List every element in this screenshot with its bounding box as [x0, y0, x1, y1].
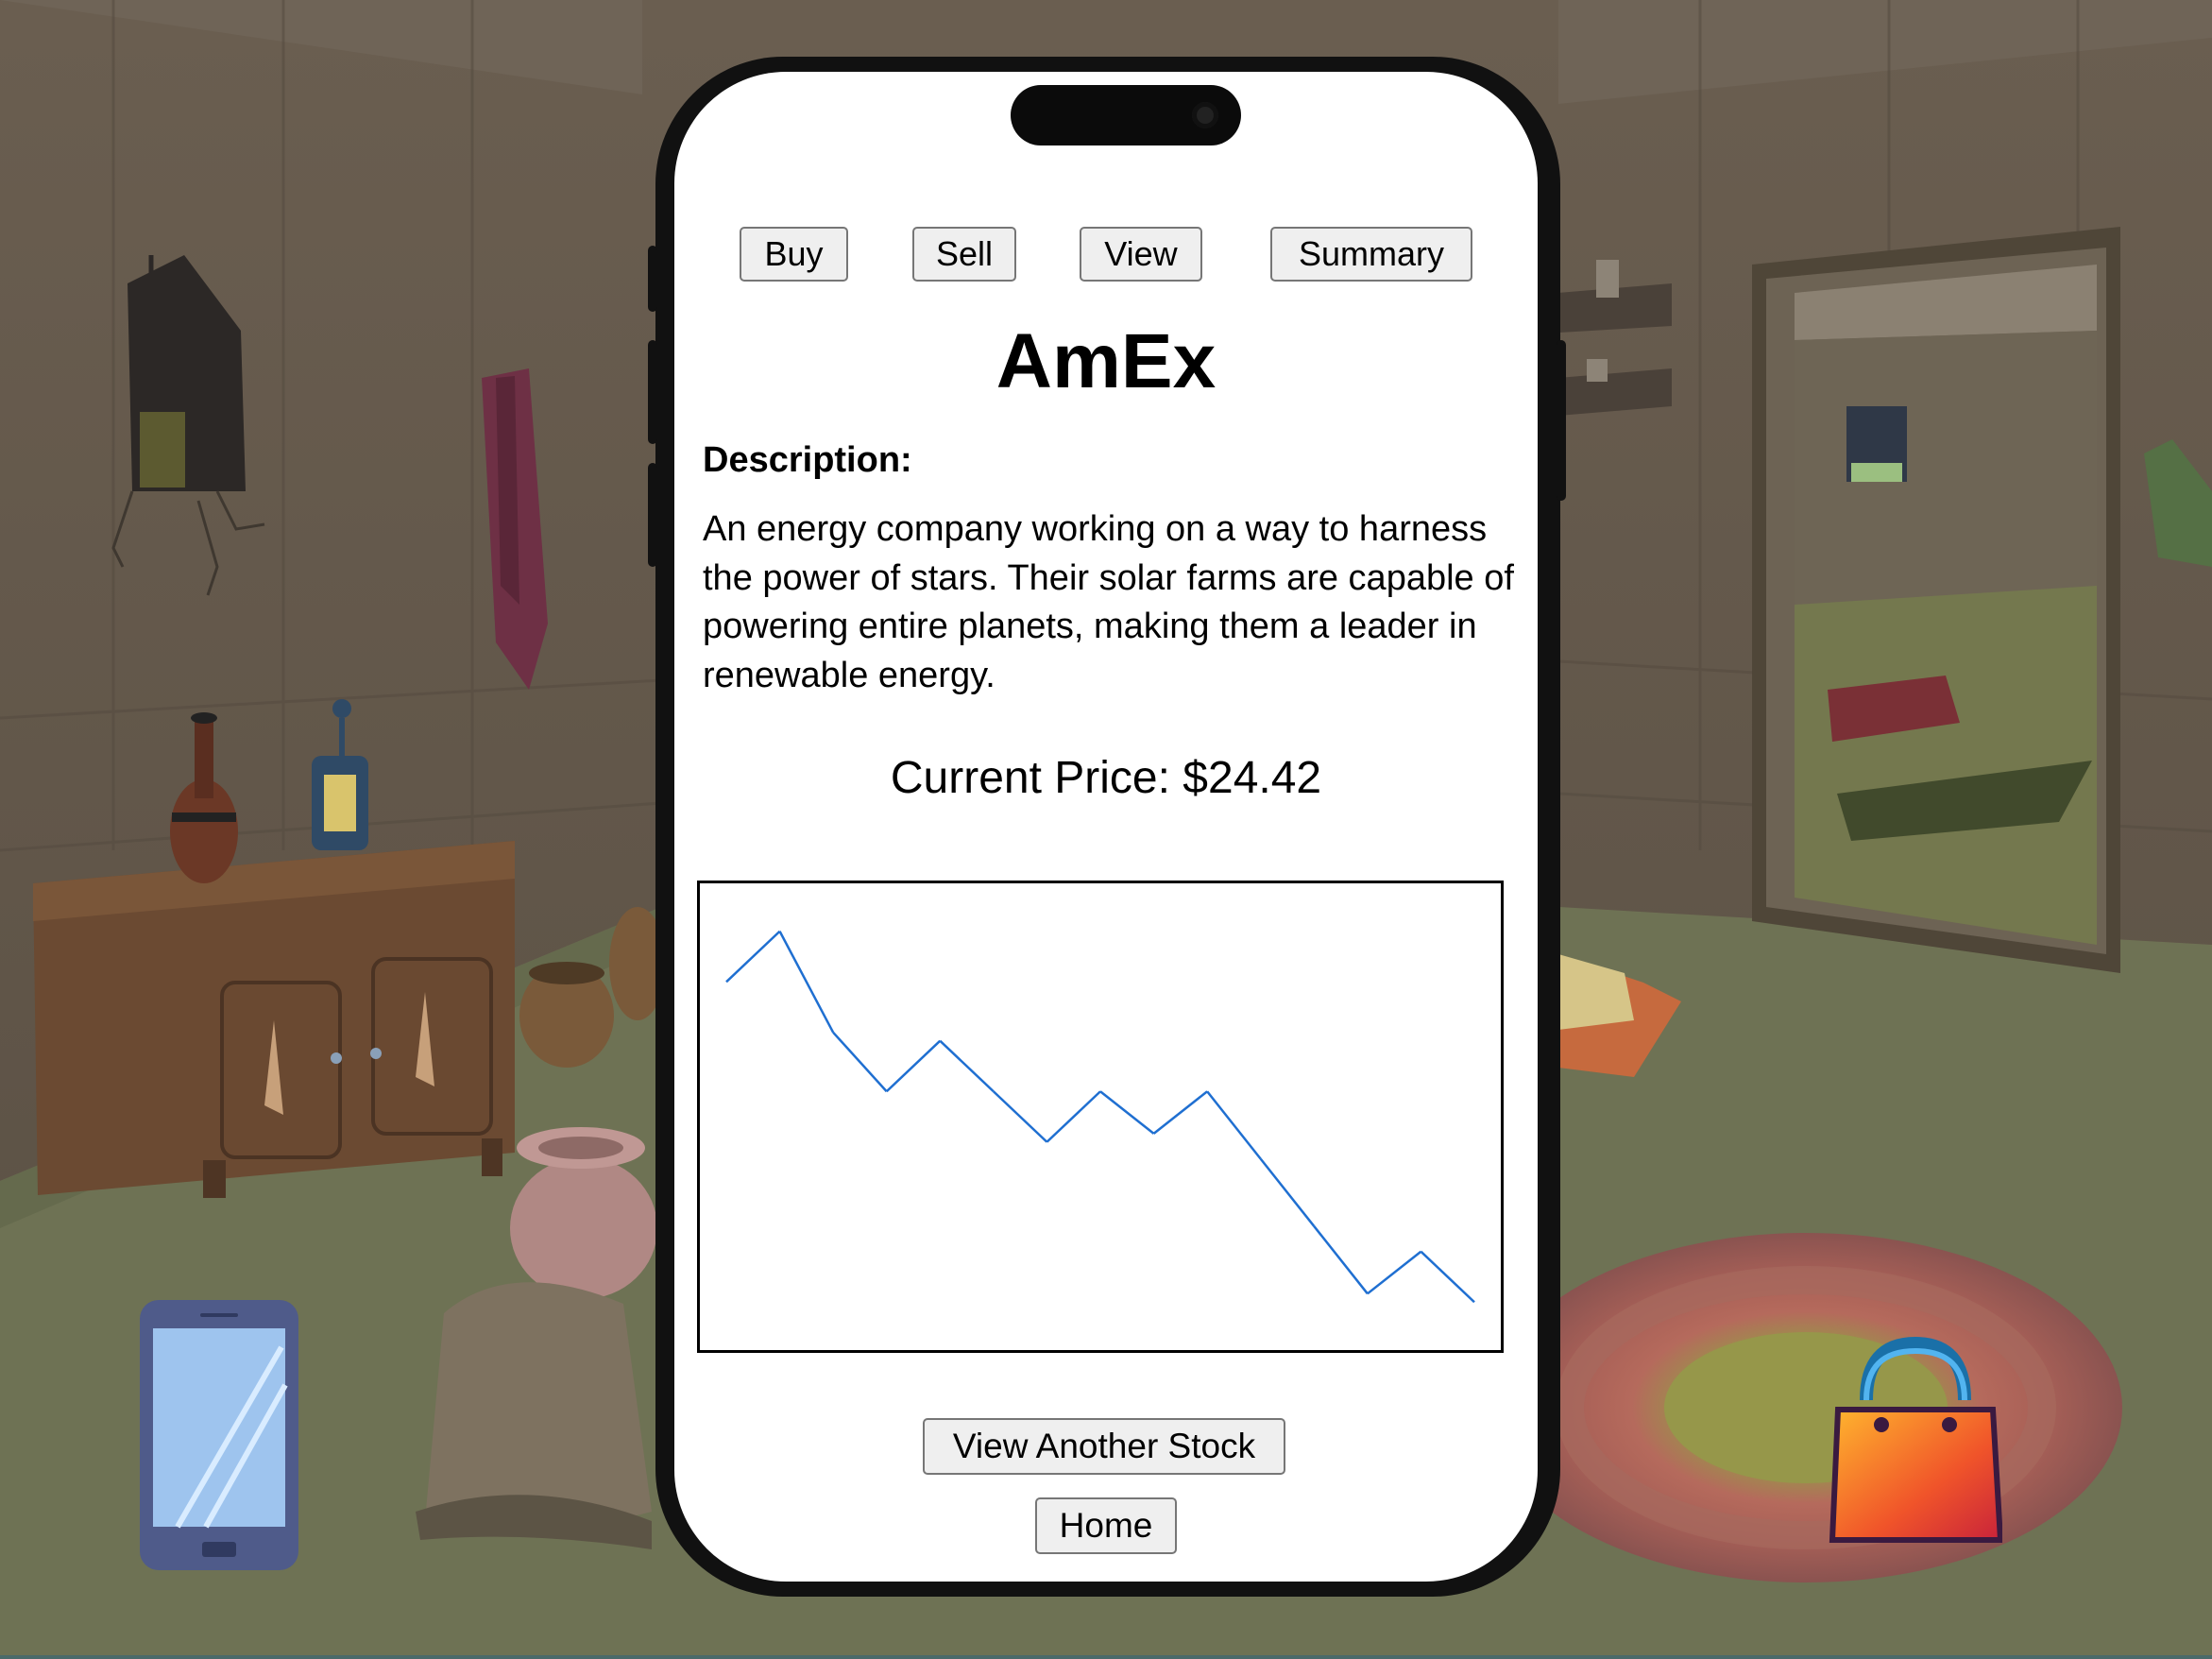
price-chart	[697, 881, 1504, 1353]
phone-device: Buy Sell View Summary AmEx Description: …	[648, 57, 1566, 1597]
phone-side-button	[648, 246, 657, 312]
price-line-segment	[1206, 1090, 1262, 1160]
description-label: Description:	[703, 440, 912, 480]
price-line-segment	[1367, 1250, 1422, 1295]
price-line-segment	[778, 931, 835, 1034]
phone-power-button	[1557, 340, 1566, 501]
dynamic-island	[1011, 85, 1241, 145]
phone-volume-up	[648, 340, 657, 444]
price-line-segment	[1046, 1090, 1101, 1143]
price-line-segment	[1420, 1250, 1475, 1304]
price-line-segment	[725, 930, 781, 983]
game-scene: Buy Sell View Summary AmEx Description: …	[0, 0, 2212, 1659]
price-line-segment	[1313, 1225, 1369, 1295]
buy-button[interactable]: Buy	[740, 227, 848, 282]
phone-screen: Buy Sell View Summary AmEx Description: …	[674, 72, 1538, 1582]
price-chart-svg	[725, 930, 1475, 1304]
sell-button[interactable]: Sell	[912, 227, 1016, 282]
home-button[interactable]: Home	[1035, 1497, 1177, 1554]
view-another-stock-button[interactable]: View Another Stock	[923, 1418, 1285, 1475]
price-line-segment	[885, 1039, 942, 1093]
summary-button[interactable]: Summary	[1270, 227, 1472, 282]
stock-name: AmEx	[995, 318, 1217, 404]
shopping-bag-icon[interactable]	[1829, 1334, 2004, 1546]
price-line-segment	[1259, 1157, 1316, 1227]
price-line-segment	[939, 1039, 995, 1093]
camera-icon	[1192, 102, 1218, 128]
phone-volume-down	[648, 463, 657, 567]
description-text: An energy company working on a way to ha…	[703, 509, 1514, 695]
phone-icon[interactable]	[140, 1300, 298, 1570]
price-line-segment	[1099, 1090, 1155, 1135]
view-button[interactable]: View	[1080, 227, 1202, 282]
price-line-segment	[832, 1031, 888, 1093]
price-line-segment	[992, 1090, 1048, 1143]
price-line-segment	[1152, 1090, 1208, 1135]
current-price: Current Price: $24.42	[890, 753, 1322, 803]
